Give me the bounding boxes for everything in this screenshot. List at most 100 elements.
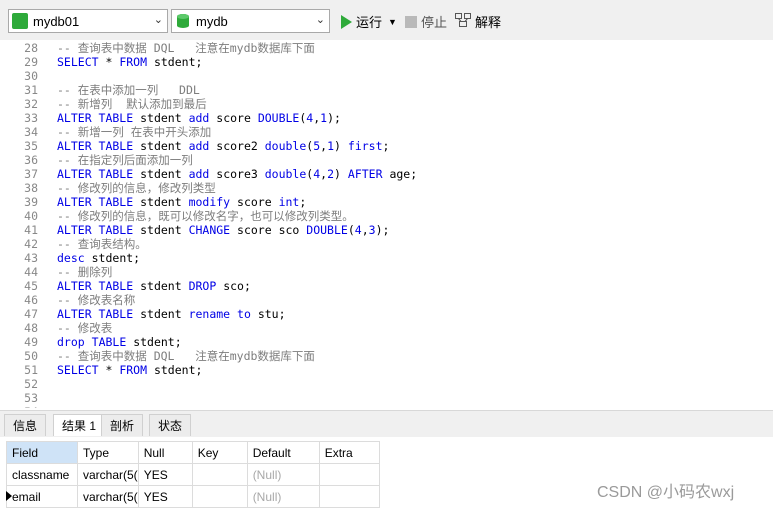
cell-key[interactable] — [191, 485, 248, 508]
line-number: 46 — [24, 293, 38, 307]
database-select[interactable]: mydb ⌄ — [171, 9, 330, 33]
tab-profile[interactable]: 剖析 — [101, 414, 144, 436]
code-text: score — [230, 195, 279, 209]
code-line[interactable]: 37 ALTER TABLE stdent add score3 double(4… — [0, 167, 417, 181]
code-line[interactable]: 44 -- 删除列 — [0, 265, 112, 279]
code-comment: -- 新增列 默认添加到最后 — [57, 97, 207, 111]
code-line[interactable]: 54 — [0, 405, 57, 408]
cell-default[interactable]: (Null) — [246, 485, 320, 508]
cell-field[interactable]: classname — [6, 463, 78, 486]
code-line[interactable]: 32 -- 新增列 默认添加到最后 — [0, 97, 207, 111]
code-keyword: AFTER — [347, 167, 383, 181]
code-line[interactable]: 51 SELECT * FROM stdent; — [0, 363, 202, 377]
code-line[interactable]: 38 -- 修改列的信息，修改列类型 — [0, 181, 216, 195]
code-line[interactable]: 47 ALTER TABLE stdent rename to stu; — [0, 307, 286, 321]
code-keyword: double — [264, 139, 307, 153]
code-text: * — [98, 363, 120, 377]
line-number: 44 — [24, 265, 38, 279]
code-line[interactable]: 41 ALTER TABLE stdent CHANGE score sco DO… — [0, 223, 389, 237]
code-line[interactable]: 42 -- 查询表结构。 — [0, 237, 147, 251]
code-line[interactable]: 34 -- 新增一列 在表中开头添加 — [0, 125, 211, 139]
code-text: * — [98, 55, 120, 69]
code-line[interactable]: 33 ALTER TABLE stdent add score DOUBLE(4,… — [0, 111, 341, 125]
result-grid[interactable]: Field Type Null Key Default Extra classn… — [6, 441, 380, 508]
line-number: 38 — [24, 181, 38, 195]
code-line[interactable]: 35 ALTER TABLE stdent add score2 double(5… — [0, 139, 389, 153]
line-number: 32 — [24, 97, 38, 111]
code-keyword: int — [278, 195, 300, 209]
explain-button[interactable]: 解释 — [455, 12, 501, 31]
cell-type[interactable]: varchar(5( — [77, 485, 139, 508]
code-keyword: ALTER TABLE — [57, 139, 134, 153]
code-line[interactable]: 46 -- 修改表名称 — [0, 293, 135, 307]
code-text: stu; — [250, 307, 286, 321]
chevron-down-icon: ⌄ — [315, 14, 325, 26]
code-line[interactable]: 52 — [0, 377, 57, 391]
code-comment: -- 查询表中数据 DQL 注意在mydb数据库下面 — [57, 349, 315, 363]
line-number: 50 — [24, 349, 38, 363]
line-number: 33 — [24, 111, 38, 125]
code-line[interactable]: 29 SELECT * FROM stdent; — [0, 55, 202, 69]
code-line[interactable]: 31 -- 在表中添加一列 DDL — [0, 83, 200, 97]
code-line[interactable]: 28 -- 查询表中数据 DQL 注意在mydb数据库下面 — [0, 41, 315, 55]
code-text: ) — [334, 139, 348, 153]
code-line[interactable]: 48 -- 修改表 — [0, 321, 112, 335]
run-button[interactable]: 运行 ▼ — [341, 12, 397, 31]
column-header-key[interactable]: Key — [191, 441, 248, 464]
connection-select[interactable]: mydb01 ⌄ — [8, 9, 168, 33]
cell-extra[interactable] — [318, 485, 380, 508]
sql-editor[interactable]: 28 -- 查询表中数据 DQL 注意在mydb数据库下面 29 SELECT * F… — [0, 40, 773, 408]
code-line[interactable]: 43 desc stdent; — [0, 251, 140, 265]
code-keyword: ALTER TABLE — [57, 223, 134, 237]
database-label: mydb — [196, 14, 228, 29]
column-header-type[interactable]: Type — [77, 441, 139, 464]
caret-down-icon[interactable]: ▼ — [388, 17, 397, 27]
code-line[interactable]: 40 -- 修改列的信息，既可以修改名字，也可以修改列类型。 — [0, 209, 354, 223]
code-keyword: FROM — [119, 363, 148, 377]
code-comment: -- 新增一列 在表中开头添加 — [57, 125, 212, 139]
code-text: score3 — [209, 167, 265, 181]
code-comment: -- 查询表中数据 DQL 注意在mydb数据库下面 — [57, 41, 315, 55]
cell-type[interactable]: varchar(5( — [77, 463, 139, 486]
code-line[interactable]: 30 — [0, 69, 57, 83]
cell-extra[interactable] — [318, 463, 380, 486]
code-line[interactable]: 39 ALTER TABLE stdent modify score int; — [0, 195, 306, 209]
code-text: score — [209, 111, 258, 125]
database-icon — [175, 13, 191, 29]
code-line[interactable]: 36 -- 在指定列后面添加一列 — [0, 153, 193, 167]
code-line[interactable]: 50 -- 查询表中数据 DQL 注意在mydb数据库下面 — [0, 349, 315, 363]
cell-default[interactable]: (Null) — [246, 463, 320, 486]
tab-info[interactable]: 信息 — [4, 414, 47, 436]
code-text: stdent — [133, 223, 189, 237]
cell-null[interactable]: YES — [137, 485, 193, 508]
line-number: 34 — [24, 125, 38, 139]
stop-button[interactable]: 停止 — [405, 12, 447, 31]
code-keyword: 3 — [368, 223, 376, 237]
code-line[interactable]: 53 — [0, 391, 57, 405]
code-text: stdent; — [84, 251, 141, 265]
cell-null[interactable]: YES — [137, 463, 193, 486]
table-row[interactable]: classname varchar(5( YES (Null) — [6, 463, 380, 486]
tab-result-1[interactable]: 结果 1 — [53, 414, 106, 436]
column-header-default[interactable]: Default — [246, 441, 320, 464]
code-line[interactable]: 45 ALTER TABLE stdent DROP sco; — [0, 279, 251, 293]
line-number: 54 — [0, 405, 57, 408]
code-keyword: CHANGE — [188, 223, 231, 237]
connection-icon — [12, 13, 28, 29]
line-number: 48 — [24, 321, 38, 335]
tab-status[interactable]: 状态 — [149, 414, 192, 436]
code-text: , — [361, 223, 369, 237]
code-keyword: modify — [188, 195, 231, 209]
column-header-field[interactable]: Field — [6, 441, 78, 464]
line-number: 49 — [24, 335, 38, 349]
code-line[interactable]: 49 drop TABLE stdent; — [0, 335, 182, 349]
line-number: 39 — [24, 195, 38, 209]
cell-key[interactable] — [191, 463, 248, 486]
column-header-null[interactable]: Null — [137, 441, 193, 464]
column-header-extra[interactable]: Extra — [318, 441, 380, 464]
code-comment: -- 在指定列后面添加一列 — [57, 153, 193, 167]
table-row[interactable]: email varchar(5( YES (Null) — [6, 485, 380, 508]
cell-field[interactable]: email — [6, 485, 78, 508]
code-text: stdent — [133, 195, 189, 209]
